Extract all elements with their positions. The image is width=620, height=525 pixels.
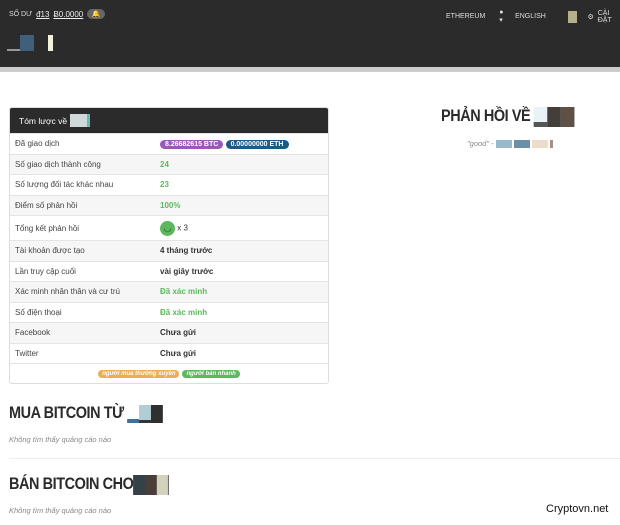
divider <box>0 67 620 72</box>
row-value: 100% <box>160 200 181 210</box>
table-row: Đã giao dịch 8.26682615 BTC 0.00000000 ET… <box>10 133 328 154</box>
row-value: 24 <box>160 159 169 169</box>
balance: SỐ DƯ đ13 Ƀ0.0000 🔔 <box>9 9 106 19</box>
row-value: 4 tháng trước <box>160 246 213 256</box>
row-label: Điểm số phản hồi <box>15 200 78 210</box>
settings-link[interactable]: CÀI ĐẶT <box>598 10 620 24</box>
row-label: Twitter <box>15 348 39 358</box>
bell-icon[interactable]: 🔔 <box>87 9 106 19</box>
top-navbar: SỐ DƯ đ13 Ƀ0.0000 🔔 ETHEREUM ● ▾ ENGLISH… <box>0 0 620 67</box>
table-row: Xác minh nhân thân và cư trú Đã xác minh <box>10 281 328 302</box>
buy-empty-text: Không tìm thấy quảng cáo nào <box>9 435 112 444</box>
btc-badge: 8.26682615 BTC <box>160 139 224 149</box>
summary-table: Đã giao dịch 8.26682615 BTC 0.00000000 ET… <box>10 133 328 383</box>
row-label: Xác minh nhân thân và cư trú <box>15 287 120 297</box>
balance-label: SỐ DƯ <box>9 10 33 18</box>
table-row: Tài khoản được tạo 4 tháng trước <box>10 240 328 261</box>
row-value: Chưa gửi <box>160 348 197 358</box>
tags-row: người mua thường xuyên người bán nhanh <box>10 363 328 383</box>
row-label: Số lượng đối tác khác nhau <box>15 180 114 190</box>
table-row: Điểm số phản hồi 100% <box>10 194 328 215</box>
balance-btc[interactable]: Ƀ0.0000 <box>53 10 83 19</box>
table-row: Số giao dịch thành công 24 <box>10 153 328 174</box>
row-label: Số điện thoại <box>15 307 62 317</box>
row-label: Đã giao dịch <box>15 139 60 149</box>
balance-fiat[interactable]: đ13 <box>36 10 49 19</box>
summary-title: Tóm lược về <box>19 115 68 126</box>
username-logo[interactable] <box>7 35 53 51</box>
table-row: Lần truy cập cuối vài giây trước <box>10 260 328 282</box>
buy-heading: MUA BITCOIN TỪ <box>9 403 163 423</box>
feedback-quote: "good" - <box>467 139 494 148</box>
tag-frequent-buyer: người mua thường xuyên <box>98 369 180 378</box>
smiley-icon: ◡ <box>160 220 175 236</box>
sell-title: BÁN BITCOIN CHO <box>9 474 134 493</box>
divider <box>9 458 620 459</box>
row-value: 23 <box>160 180 169 190</box>
sell-heading: BÁN BITCOIN CHO <box>9 474 170 495</box>
row-value: Đã xác minh <box>160 307 208 317</box>
row-value: vài giây trước <box>160 266 214 276</box>
sell-empty-text: Không tìm thấy quảng cáo nào <box>9 506 112 515</box>
row-label: Lần truy cập cuối <box>15 266 76 276</box>
watermark: Cryptovn.net <box>546 503 609 515</box>
language-link[interactable]: ENGLISH <box>515 13 546 20</box>
feedback-item: "good" - <box>467 139 553 148</box>
eth-badge: 0.00000000 ETH <box>225 139 289 149</box>
tag-fast-seller: người bán nhanh <box>182 369 240 378</box>
ethereum-link[interactable]: ETHEREUM <box>446 13 485 20</box>
buy-title: MUA BITCOIN TỪ <box>9 403 124 422</box>
feedback-title: PHẢN HỒI VỀ <box>441 106 531 125</box>
row-label: Tổng kết phản hồi <box>15 223 80 233</box>
table-row: Twitter Chưa gửi <box>10 342 328 364</box>
row-label: Facebook <box>15 328 51 338</box>
table-row: Tổng kết phản hồi ◡ x 3 <box>10 215 328 240</box>
table-row: Số lượng đối tác khác nhau 23 <box>10 174 328 195</box>
table-row: Số điện thoại Đã xác minh <box>10 301 328 323</box>
nav-right: ETHEREUM ● ▾ ENGLISH ⚙ CÀI ĐẶT <box>446 9 620 24</box>
summary-card: Tóm lược về Đã giao dịch 8.26682615 BTC 0… <box>9 107 329 384</box>
row-label: Số giao dịch thành công <box>15 159 101 169</box>
avatar[interactable] <box>567 10 578 23</box>
table-row: Facebook Chưa gửi <box>10 322 328 343</box>
globe-dropdown-icon[interactable]: ● ▾ <box>499 9 507 24</box>
row-value: x 3 <box>177 223 188 233</box>
row-value: Đã xác minh <box>160 287 208 297</box>
row-label: Tài khoản được tạo <box>15 246 85 256</box>
gear-icon[interactable]: ⚙ <box>587 13 593 21</box>
row-value: Chưa gửi <box>160 328 197 338</box>
feedback-heading: PHẢN HỒI VỀ <box>441 106 575 127</box>
